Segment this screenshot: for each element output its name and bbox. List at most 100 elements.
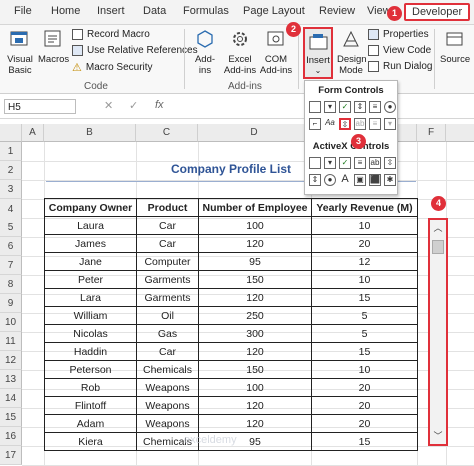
table-cell[interactable]: Chemicals	[136, 360, 199, 379]
tab-insert[interactable]: Insert	[97, 5, 125, 17]
table-cell[interactable]: Garments	[136, 270, 199, 289]
activex-list-box[interactable]: ≡	[354, 157, 366, 169]
table-cell[interactable]: 120	[198, 414, 312, 433]
view-code-button[interactable]: View Code	[368, 45, 431, 56]
table-cell[interactable]: Car	[136, 342, 199, 361]
source-button[interactable]: Source	[440, 29, 470, 65]
table-cell[interactable]: Garments	[136, 288, 199, 307]
com-addins-button[interactable]: COM Add-ins	[258, 29, 294, 76]
header-revenue[interactable]: Yearly Revenue (M)	[311, 198, 418, 217]
activex-scroll-bar[interactable]: ⇳	[384, 157, 396, 169]
form-label-control[interactable]: Aa	[324, 118, 336, 130]
function-icon[interactable]: fx	[155, 99, 164, 111]
table-cell[interactable]: 20	[311, 234, 418, 253]
activex-label[interactable]: A	[339, 174, 351, 186]
row-header[interactable]: 16	[0, 427, 22, 446]
table-cell[interactable]: 150	[198, 270, 312, 289]
column-header[interactable]: A	[22, 124, 44, 142]
activex-checkbox[interactable]: ✓	[339, 157, 351, 169]
activex-option-button[interactable]: ●	[324, 174, 336, 186]
select-all-corner[interactable]	[0, 124, 22, 142]
cancel-icon[interactable]: ✕	[104, 99, 113, 112]
tab-file[interactable]: File	[14, 5, 32, 17]
table-cell[interactable]: 12	[311, 252, 418, 271]
table-cell[interactable]: 20	[311, 396, 418, 415]
table-cell[interactable]: Kiera	[44, 432, 137, 451]
table-cell[interactable]: 120	[198, 342, 312, 361]
macros-button[interactable]: Macros	[38, 29, 69, 65]
record-macro-button[interactable]: Record Macro	[72, 29, 150, 40]
row-header[interactable]: 15	[0, 408, 22, 427]
form-scroll-bar-control[interactable]: ⇳	[339, 118, 351, 130]
activex-more-controls[interactable]: ✱	[384, 174, 396, 186]
activex-spin-button[interactable]: ⇕	[309, 174, 321, 186]
table-cell[interactable]: Computer	[136, 252, 199, 271]
row-header[interactable]: 13	[0, 370, 22, 389]
form-spin-button-control[interactable]: ⇕	[354, 101, 366, 113]
table-cell[interactable]: Nicolas	[44, 324, 137, 343]
column-header[interactable]: D	[198, 124, 311, 142]
table-cell[interactable]: Oil	[136, 306, 199, 325]
form-combo-box-control[interactable]: ▾	[324, 101, 336, 113]
table-cell[interactable]: Weapons	[136, 414, 199, 433]
table-cell[interactable]: Rob	[44, 378, 137, 397]
table-cell[interactable]: Gas	[136, 324, 199, 343]
form-list-box-control[interactable]: ≡	[369, 101, 381, 113]
table-cell[interactable]: Flintoff	[44, 396, 137, 415]
enter-icon[interactable]: ✓	[129, 99, 138, 112]
row-header[interactable]: 1	[0, 142, 22, 161]
design-mode-button[interactable]: Design Mode	[337, 29, 367, 76]
table-cell[interactable]: 95	[198, 252, 312, 271]
name-box[interactable]: H5	[4, 99, 76, 114]
activex-image[interactable]: ▣	[354, 174, 366, 186]
table-cell[interactable]: 10	[311, 360, 418, 379]
activex-text-box[interactable]: ab	[369, 157, 381, 169]
table-cell[interactable]: Lara	[44, 288, 137, 307]
chevron-up-icon[interactable]: ︿	[432, 222, 444, 234]
table-cell[interactable]: Car	[136, 234, 199, 253]
row-header[interactable]: 3	[0, 180, 22, 199]
relative-references-button[interactable]: Use Relative References	[72, 45, 198, 56]
activex-combo-box[interactable]: ▾	[324, 157, 336, 169]
column-header[interactable]: F	[417, 124, 446, 142]
table-cell[interactable]: Adam	[44, 414, 137, 433]
insert-controls-button[interactable]: Insert ⌄	[303, 27, 333, 79]
column-header[interactable]: C	[136, 124, 198, 142]
table-cell[interactable]: Peterson	[44, 360, 137, 379]
row-header[interactable]: 7	[0, 256, 22, 275]
row-header[interactable]: 9	[0, 294, 22, 313]
form-checkbox-control[interactable]: ✓	[339, 101, 351, 113]
row-header[interactable]: 14	[0, 389, 22, 408]
addins-button[interactable]: Add-ins	[190, 29, 220, 76]
tab-formulas[interactable]: Formulas	[183, 5, 229, 17]
macro-security-button[interactable]: ⚠ Macro Security	[72, 61, 153, 74]
activex-toggle-button[interactable]: ⬛	[369, 174, 381, 186]
table-cell[interactable]: Laura	[44, 216, 137, 235]
tab-page-layout[interactable]: Page Layout	[243, 5, 305, 17]
table-cell[interactable]: 300	[198, 324, 312, 343]
row-header[interactable]: 10	[0, 313, 22, 332]
table-cell[interactable]: Car	[136, 216, 199, 235]
table-cell[interactable]: 120	[198, 234, 312, 253]
row-header[interactable]: 17	[0, 446, 22, 465]
properties-button[interactable]: Properties	[368, 29, 429, 40]
table-cell[interactable]: 120	[198, 288, 312, 307]
table-cell[interactable]: 15	[311, 342, 418, 361]
table-cell[interactable]: Weapons	[136, 396, 199, 415]
table-cell[interactable]: 100	[198, 216, 312, 235]
table-cell[interactable]: 15	[311, 432, 418, 451]
table-cell[interactable]: 20	[311, 378, 418, 397]
table-cell[interactable]: James	[44, 234, 137, 253]
table-cell[interactable]: 10	[311, 270, 418, 289]
scroll-thumb[interactable]	[432, 240, 444, 254]
row-header[interactable]: 12	[0, 351, 22, 370]
table-cell[interactable]: Jane	[44, 252, 137, 271]
row-header[interactable]: 6	[0, 237, 22, 256]
form-group-box-control[interactable]: ⌐	[309, 118, 321, 130]
row-header[interactable]: 4	[0, 199, 22, 220]
header-company-owner[interactable]: Company Owner	[44, 198, 137, 217]
table-cell[interactable]: 100	[198, 378, 312, 397]
column-header[interactable]: B	[44, 124, 136, 142]
table-cell[interactable]: 20	[311, 414, 418, 433]
chevron-down-icon[interactable]: ﹀	[432, 430, 444, 442]
